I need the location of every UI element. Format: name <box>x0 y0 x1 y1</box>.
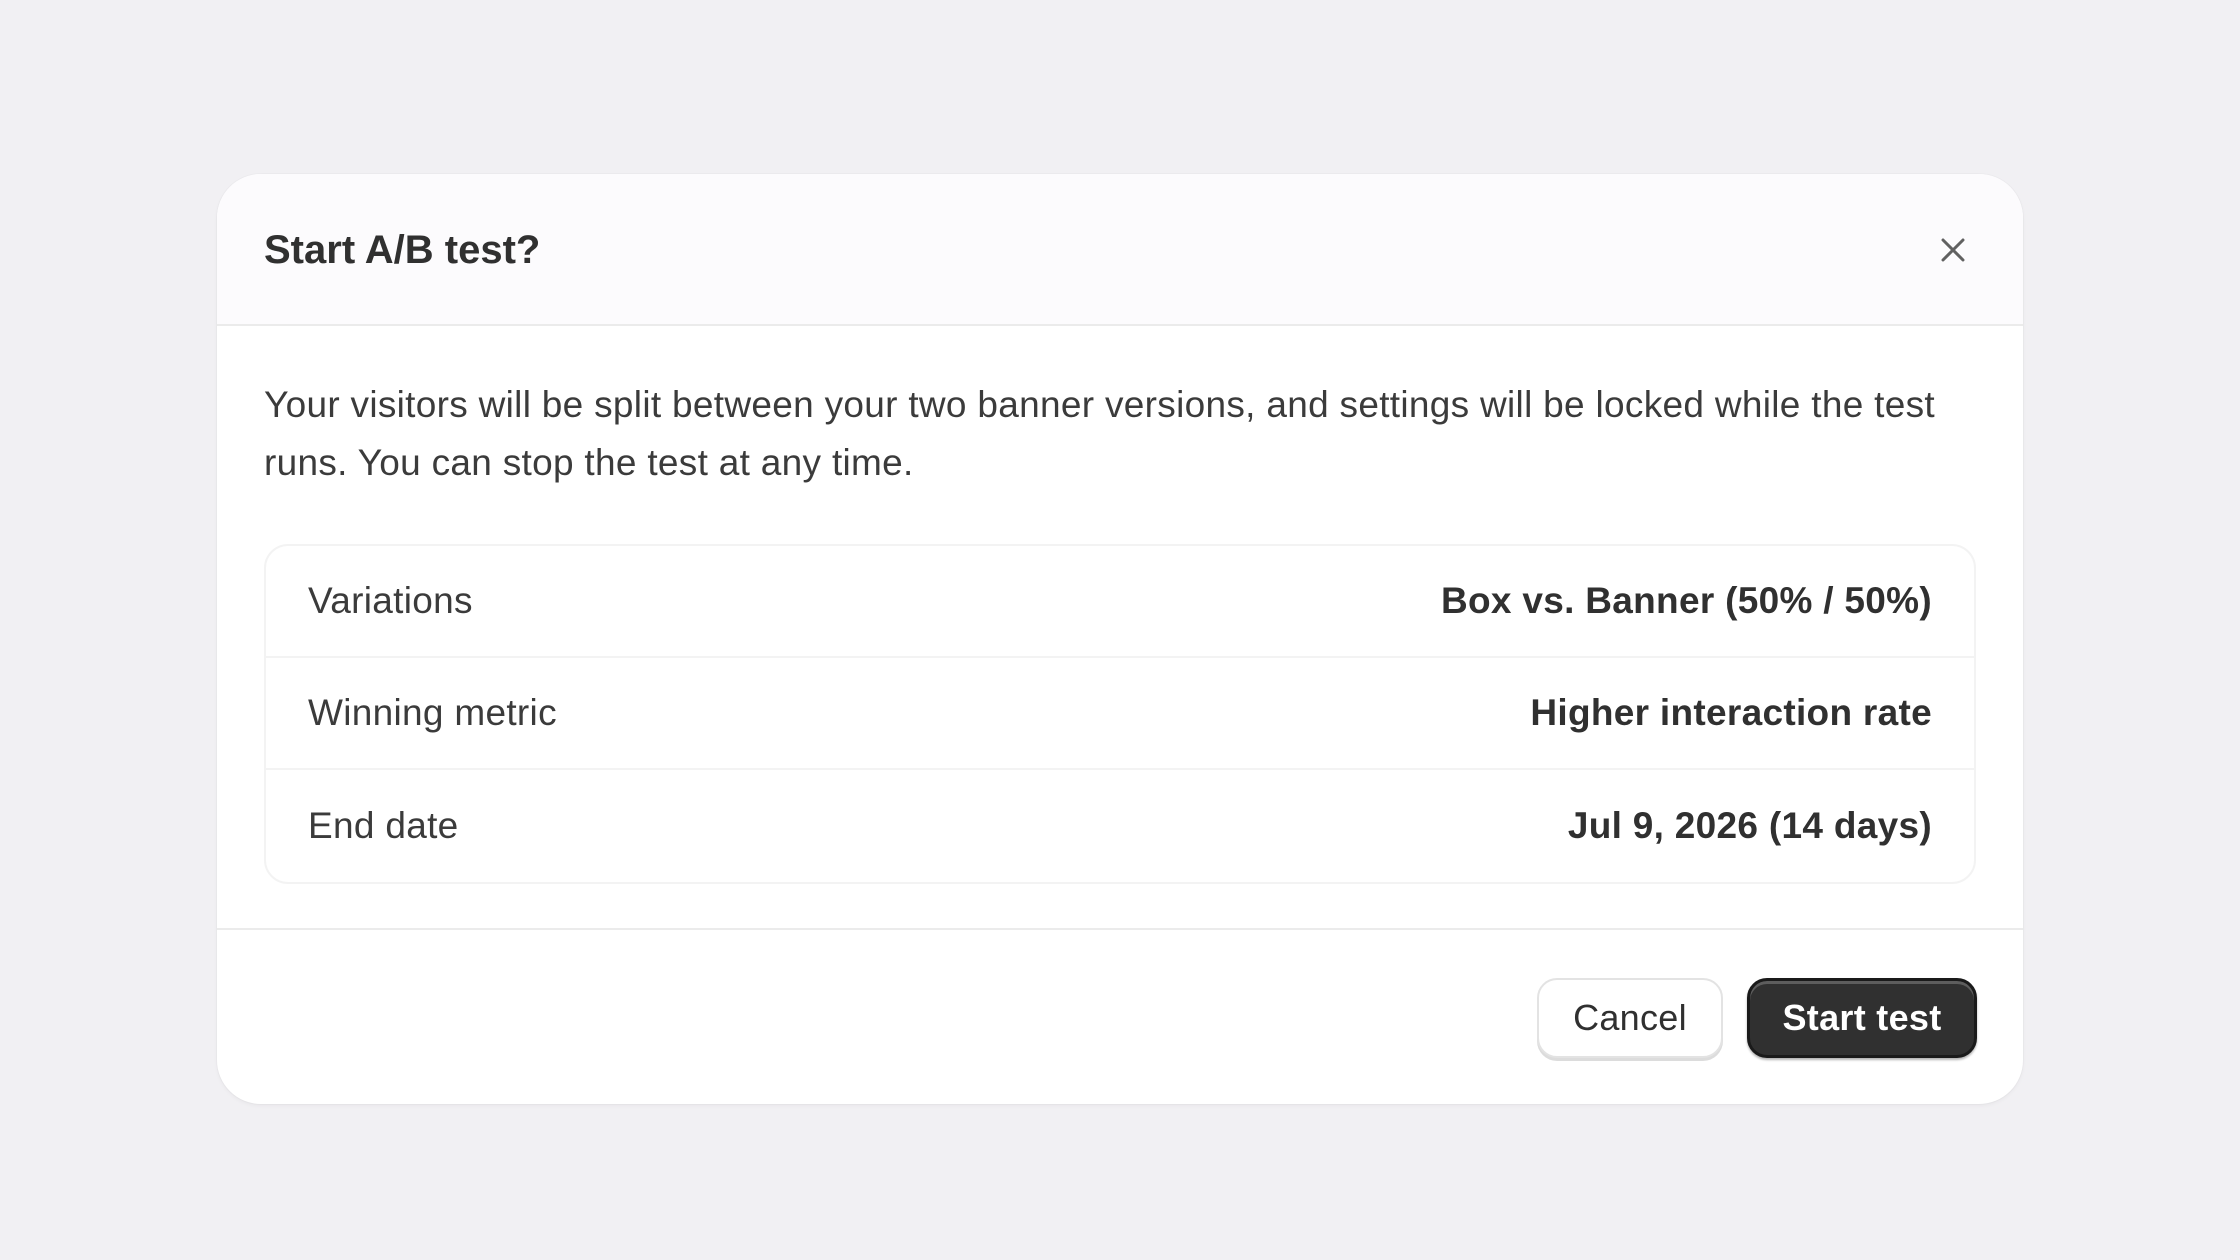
summary-row-end-date: End date Jul 9, 2026 (14 days) <box>266 770 1974 882</box>
close-button[interactable] <box>1935 232 1971 268</box>
summary-row-variations: Variations Box vs. Banner (50% / 50%) <box>266 546 1974 658</box>
dialog-title: Start A/B test? <box>264 228 541 272</box>
dialog-header: Start A/B test? <box>217 174 2023 326</box>
summary-value: Box vs. Banner (50% / 50%) <box>1440 580 1932 621</box>
dialog-footer: Cancel Start test <box>217 928 2023 1104</box>
dialog-body: Your visitors will be split between your… <box>217 326 2023 884</box>
dialog-description: Your visitors will be split between your… <box>264 384 1935 483</box>
cancel-button[interactable]: Cancel <box>1537 978 1723 1058</box>
test-summary-list: Variations Box vs. Banner (50% / 50%) Wi… <box>264 544 1976 884</box>
start-ab-test-dialog: Start A/B test? Your visitors will be sp… <box>217 174 2023 1104</box>
summary-label: End date <box>308 805 459 846</box>
summary-value: Jul 9, 2026 (14 days) <box>1567 805 1932 846</box>
close-icon <box>1940 237 1966 263</box>
summary-value: Higher interaction rate <box>1530 692 1932 733</box>
start-test-button[interactable]: Start test <box>1747 978 1977 1058</box>
summary-label: Variations <box>308 580 473 621</box>
summary-label: Winning metric <box>308 692 557 733</box>
summary-row-winning-metric: Winning metric Higher interaction rate <box>266 658 1974 770</box>
